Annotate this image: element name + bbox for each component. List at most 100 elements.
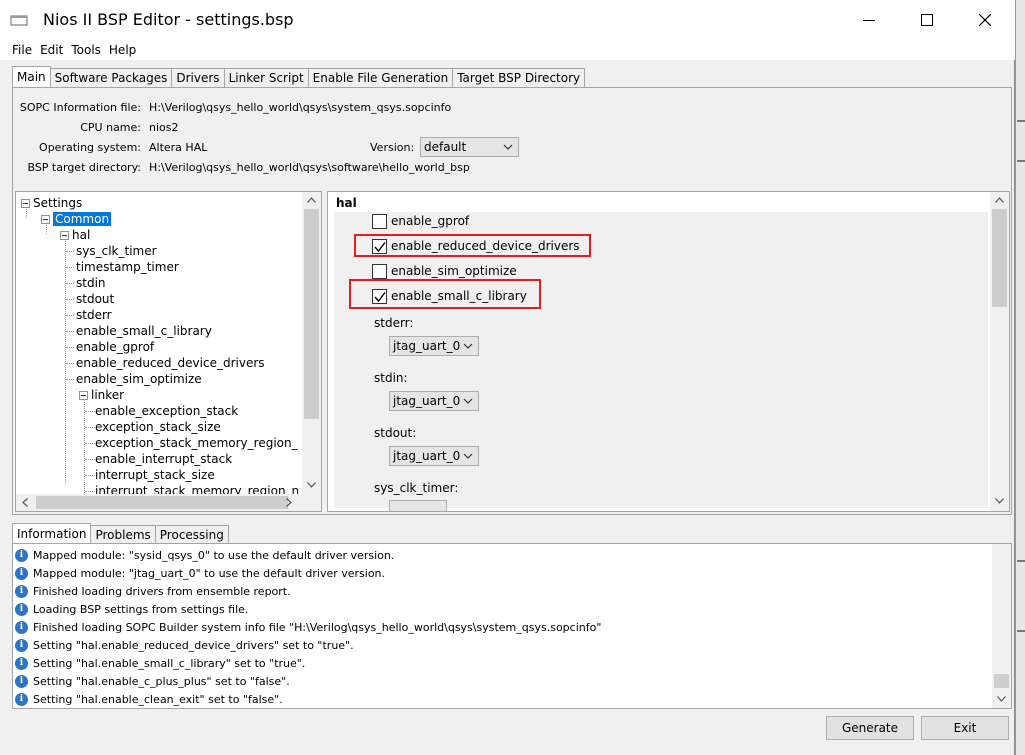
- log-message: i Finished loading drivers from ensemble …: [15, 582, 291, 600]
- chevron-down-icon: [503, 144, 513, 150]
- menu-help[interactable]: Help: [109, 43, 136, 57]
- close-icon: [979, 14, 991, 26]
- stderr-select[interactable]: jtag_uart_0: [389, 336, 479, 356]
- bsp-editor-window: Nios II BSP Editor - settings.bsp File E…: [0, 0, 1015, 755]
- stdout-value: jtag_uart_0: [393, 449, 461, 463]
- scroll-left-icon[interactable]: [22, 498, 28, 507]
- tree-node-stdin[interactable]: stdin: [66, 275, 106, 291]
- stdin-select[interactable]: jtag_uart_0: [389, 391, 479, 411]
- tree-node-linker-child[interactable]: enable_interrupt_stack: [85, 451, 232, 467]
- tree-node-hal[interactable]: hal: [60, 227, 90, 243]
- log-message-text: Loading BSP settings from settings file.: [33, 602, 249, 616]
- tree-node-label: stdin: [76, 276, 106, 290]
- tree-node-common[interactable]: Common: [41, 211, 112, 227]
- tree-node-label: stdout: [76, 292, 115, 306]
- tree-node-label: stderr: [76, 308, 112, 322]
- tree-node-label: exception_stack_size: [95, 420, 221, 434]
- log-vertical-scrollbar[interactable]: [992, 544, 1011, 708]
- tab-enable-file-generation[interactable]: Enable File Generation: [307, 68, 454, 88]
- chevron-down-icon: [463, 453, 473, 459]
- scroll-up-icon[interactable]: [307, 197, 316, 203]
- tab-processing[interactable]: Processing: [154, 525, 229, 545]
- collapse-icon[interactable]: [60, 230, 69, 240]
- window-title: Nios II BSP Editor - settings.bsp: [43, 10, 294, 29]
- tab-linker-script[interactable]: Linker Script: [223, 68, 309, 88]
- close-button[interactable]: [956, 0, 1014, 40]
- tree-node-enable-gprof[interactable]: enable_gprof: [66, 339, 154, 355]
- tree-horizontal-scrollbar[interactable]: [16, 494, 321, 511]
- tab-software-packages[interactable]: Software Packages: [49, 68, 173, 88]
- menu-tools[interactable]: Tools: [71, 43, 101, 57]
- scroll-down-icon[interactable]: [307, 482, 316, 488]
- info-icon: i: [15, 656, 28, 670]
- info-icon: i: [15, 584, 28, 598]
- generate-button[interactable]: Generate: [826, 716, 914, 740]
- log-message: i Setting "hal.enable_c_plus_plus" set to…: [15, 672, 290, 690]
- tree-node-label: enable_sim_optimize: [76, 372, 202, 386]
- log-scroll-thumb[interactable]: [994, 674, 1009, 688]
- stdin-label: stdin:: [374, 371, 408, 385]
- checkbox-box[interactable]: [372, 213, 387, 229]
- scroll-up-icon[interactable]: [995, 197, 1004, 203]
- sys-clk-timer-select[interactable]: [389, 500, 447, 511]
- chevron-down-icon: [463, 398, 473, 404]
- tree-vertical-scrollbar[interactable]: [302, 192, 321, 494]
- log-message-text: Setting "hal.enable_reduced_device_drive…: [33, 638, 354, 652]
- tab-target-bsp-directory[interactable]: Target BSP Directory: [452, 68, 586, 88]
- tree-node-stderr[interactable]: stderr: [66, 307, 112, 323]
- tree-node-enable-small-c-library[interactable]: enable_small_c_library: [66, 323, 212, 339]
- os-value: Altera HAL: [149, 140, 208, 154]
- hal-vertical-scrollbar[interactable]: [990, 192, 1009, 511]
- checkbox-label: enable_gprof: [391, 214, 470, 228]
- log-message-text: Mapped module: "sysid_qsys_0" to use the…: [33, 548, 395, 562]
- collapse-icon[interactable]: [41, 214, 50, 224]
- log-message: i Setting "hal.enable_clean_exit" set to …: [15, 690, 283, 708]
- tab-problems[interactable]: Problems: [90, 525, 156, 545]
- tree-connector: [85, 474, 93, 476]
- menu-edit[interactable]: Edit: [40, 43, 63, 57]
- tree-node-settings[interactable]: Settings: [21, 195, 82, 211]
- scroll-down-icon[interactable]: [995, 498, 1004, 504]
- collapse-icon[interactable]: [21, 198, 30, 208]
- tree-hscroll-thumb[interactable]: [36, 496, 288, 509]
- log-message-text: Finished loading SOPC Builder system inf…: [33, 620, 602, 634]
- tree-connector: [66, 266, 74, 268]
- tree-node-enable-reduced-device-drivers[interactable]: enable_reduced_device_drivers: [66, 355, 265, 371]
- tab-main[interactable]: Main: [12, 66, 51, 88]
- tree-node-enable-sim-optimize[interactable]: enable_sim_optimize: [66, 371, 202, 387]
- tree-node-linker-child[interactable]: exception_stack_memory_region_: [85, 435, 298, 451]
- tree-node-stdout[interactable]: stdout: [66, 291, 114, 307]
- tree-node-timestamp-timer[interactable]: timestamp_timer: [66, 259, 179, 275]
- tree-node-sys-clk-timer[interactable]: sys_clk_timer: [66, 243, 157, 259]
- minimize-button[interactable]: [840, 0, 898, 40]
- tab-drivers[interactable]: Drivers: [171, 68, 225, 88]
- title-bar: Nios II BSP Editor - settings.bsp: [0, 0, 1015, 40]
- scroll-right-icon[interactable]: [286, 498, 292, 507]
- bsp-dir-value: H:\Verilog\qsys_hello_world\qsys\softwar…: [149, 160, 470, 174]
- tree-node-linker[interactable]: linker: [79, 387, 124, 403]
- main-tab-strip: Main Software Packages Drivers Linker Sc…: [12, 66, 586, 88]
- background-window-edge: [1015, 0, 1025, 755]
- tree-connector: [85, 442, 93, 444]
- version-select[interactable]: default: [420, 137, 519, 157]
- collapse-icon[interactable]: [79, 390, 88, 400]
- maximize-button[interactable]: [898, 0, 956, 40]
- hal-settings-area: enable_gprof enable_reduced_device_drive…: [334, 212, 988, 511]
- tab-information[interactable]: Information: [12, 523, 92, 545]
- exit-button[interactable]: Exit: [921, 716, 1009, 740]
- tree-node-label: linker: [91, 388, 125, 402]
- tree-node-linker-child[interactable]: interrupt_stack_size: [85, 467, 215, 483]
- tree-node-linker-child[interactable]: enable_exception_stack: [85, 403, 238, 419]
- checkbox-enable-sim-optimize[interactable]: enable_sim_optimize: [372, 262, 517, 280]
- checkbox-box[interactable]: [372, 263, 387, 279]
- scroll-down-icon[interactable]: [997, 696, 1006, 702]
- log-message-text: Setting "hal.enable_small_c_library" set…: [33, 656, 306, 670]
- menu-file[interactable]: File: [12, 43, 32, 57]
- tree-node-label: enable_reduced_device_drivers: [76, 356, 265, 370]
- tree-scroll-thumb[interactable]: [304, 209, 319, 419]
- checkbox-enable-gprof[interactable]: enable_gprof: [372, 212, 469, 230]
- hal-scroll-thumb[interactable]: [992, 209, 1007, 307]
- sys-clk-timer-label: sys_clk_timer:: [374, 481, 459, 495]
- tree-node-linker-child[interactable]: exception_stack_size: [85, 419, 221, 435]
- stdout-select[interactable]: jtag_uart_0: [389, 446, 479, 466]
